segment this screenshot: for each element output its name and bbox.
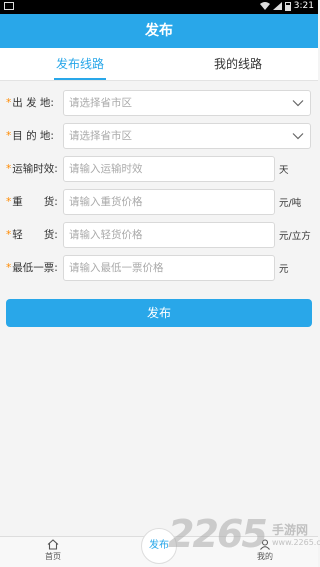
tab-my-routes[interactable]: 我的线路: [178, 48, 298, 80]
status-time: 3:21: [293, 1, 314, 11]
transit-time-row: *运输时效: 请输入运输时效 天: [0, 156, 318, 182]
transit-time-placeholder: 请输入运输时效: [69, 163, 143, 175]
chevron-down-icon: [292, 133, 304, 140]
required-star: *: [6, 163, 12, 175]
destination-select[interactable]: 请选择省市区: [63, 123, 311, 149]
min-ticket-label: 最低一票:: [12, 262, 58, 274]
heavy-cargo-unit: 元/吨: [279, 198, 302, 209]
required-star: *: [6, 97, 12, 109]
tab-publish-route[interactable]: 发布线路: [20, 48, 140, 80]
min-ticket-row: *最低一票: 请输入最低一票价格 元: [0, 255, 318, 281]
battery-icon: [284, 1, 291, 11]
origin-select[interactable]: 请选择省市区: [63, 90, 311, 116]
transit-time-input[interactable]: 请输入运输时效: [63, 156, 275, 182]
heavy-cargo-placeholder: 请输入重货价格: [69, 196, 143, 208]
origin-placeholder: 请选择省市区: [69, 97, 132, 109]
min-ticket-placeholder: 请输入最低一票价格: [69, 262, 164, 274]
light-cargo-row: *轻 货: 请输入轻货价格 元/立方: [0, 222, 318, 248]
origin-label: 出 发 地:: [12, 97, 54, 109]
required-star: *: [6, 130, 12, 142]
min-ticket-unit: 元: [279, 264, 289, 275]
heavy-cargo-label: 重 货:: [12, 196, 58, 208]
signal-icon: [272, 2, 282, 10]
publish-button[interactable]: 发布: [6, 299, 312, 327]
status-bar: 3:21: [0, 0, 318, 14]
nav-publish-button[interactable]: 发布: [141, 528, 177, 564]
transit-time-label: 运输时效:: [12, 163, 58, 175]
tab-bar: 发布线路 我的线路: [0, 48, 318, 81]
light-cargo-placeholder: 请输入轻货价格: [69, 229, 143, 241]
heavy-cargo-input[interactable]: 请输入重货价格: [63, 189, 275, 215]
destination-row: *目 的 地: 请选择省市区: [0, 123, 318, 149]
required-star: *: [6, 196, 12, 208]
origin-row: *出 发 地: 请选择省市区: [0, 90, 318, 116]
light-cargo-input[interactable]: 请输入轻货价格: [63, 222, 275, 248]
home-icon: [47, 539, 59, 550]
nav-home-label: 首页: [45, 552, 61, 561]
light-cargo-label: 轻 货:: [12, 229, 58, 241]
page-title: 发布: [0, 14, 318, 48]
destination-label: 目 的 地:: [12, 130, 54, 142]
image-notification-icon: [4, 2, 14, 13]
nav-mine-label: 我的: [257, 552, 273, 561]
required-star: *: [6, 262, 12, 274]
wifi-icon: [259, 2, 270, 10]
min-ticket-input[interactable]: 请输入最低一票价格: [63, 255, 275, 281]
nav-mine[interactable]: 我的: [245, 539, 285, 562]
user-icon: [260, 539, 270, 550]
nav-home[interactable]: 首页: [33, 539, 73, 562]
transit-time-unit: 天: [279, 165, 289, 176]
heavy-cargo-row: *重 货: 请输入重货价格 元/吨: [0, 189, 318, 215]
required-star: *: [6, 229, 12, 241]
light-cargo-unit: 元/立方: [279, 231, 311, 242]
chevron-down-icon: [292, 100, 304, 107]
destination-placeholder: 请选择省市区: [69, 130, 132, 142]
